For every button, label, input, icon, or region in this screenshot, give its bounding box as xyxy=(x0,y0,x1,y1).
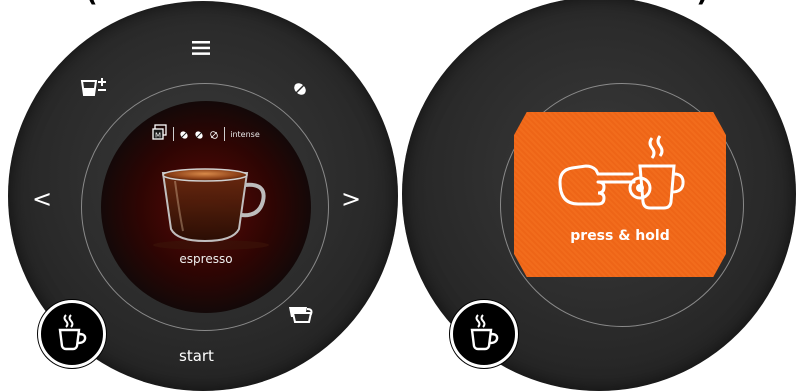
bean-filled-icon xyxy=(194,125,204,144)
espresso-cup-image xyxy=(149,161,273,251)
brew-button[interactable] xyxy=(38,300,106,368)
drink-name-label: espresso xyxy=(179,252,233,266)
two-cups-icon[interactable] xyxy=(286,301,318,327)
svg-text:M: M xyxy=(155,132,161,140)
press-hold-screen: press & hold xyxy=(514,112,726,277)
memory-m-icon: M xyxy=(152,124,168,144)
press-and-hold-label: press & hold xyxy=(570,228,670,244)
coffee-bean-icon[interactable] xyxy=(288,77,312,101)
menu-icon[interactable] xyxy=(188,37,214,59)
separator xyxy=(173,127,175,141)
steaming-cup-icon xyxy=(55,312,89,356)
cup-size-plus-minus-icon[interactable] xyxy=(76,73,110,101)
separator xyxy=(224,127,226,141)
strength-indicator-bar: M intense xyxy=(101,124,311,144)
drink-selection-screen: M intense espresso xyxy=(101,101,311,313)
nav-right-button[interactable]: > xyxy=(341,185,361,213)
bean-filled-icon xyxy=(179,125,189,144)
strength-label: intense xyxy=(230,129,260,139)
brew-button[interactable] xyxy=(450,300,518,368)
nav-left-button[interactable]: < xyxy=(32,185,52,213)
coffee-machine-dial-main: < > start M intense espresso xyxy=(8,1,398,391)
partial-caption: ( ) xyxy=(0,0,796,8)
start-button[interactable]: start xyxy=(179,347,214,365)
bean-outline-icon xyxy=(209,125,219,144)
hand-pressing-cup-icon xyxy=(552,132,692,224)
coffee-machine-dial-confirm: press & hold xyxy=(402,0,796,391)
steaming-cup-icon xyxy=(467,312,501,356)
